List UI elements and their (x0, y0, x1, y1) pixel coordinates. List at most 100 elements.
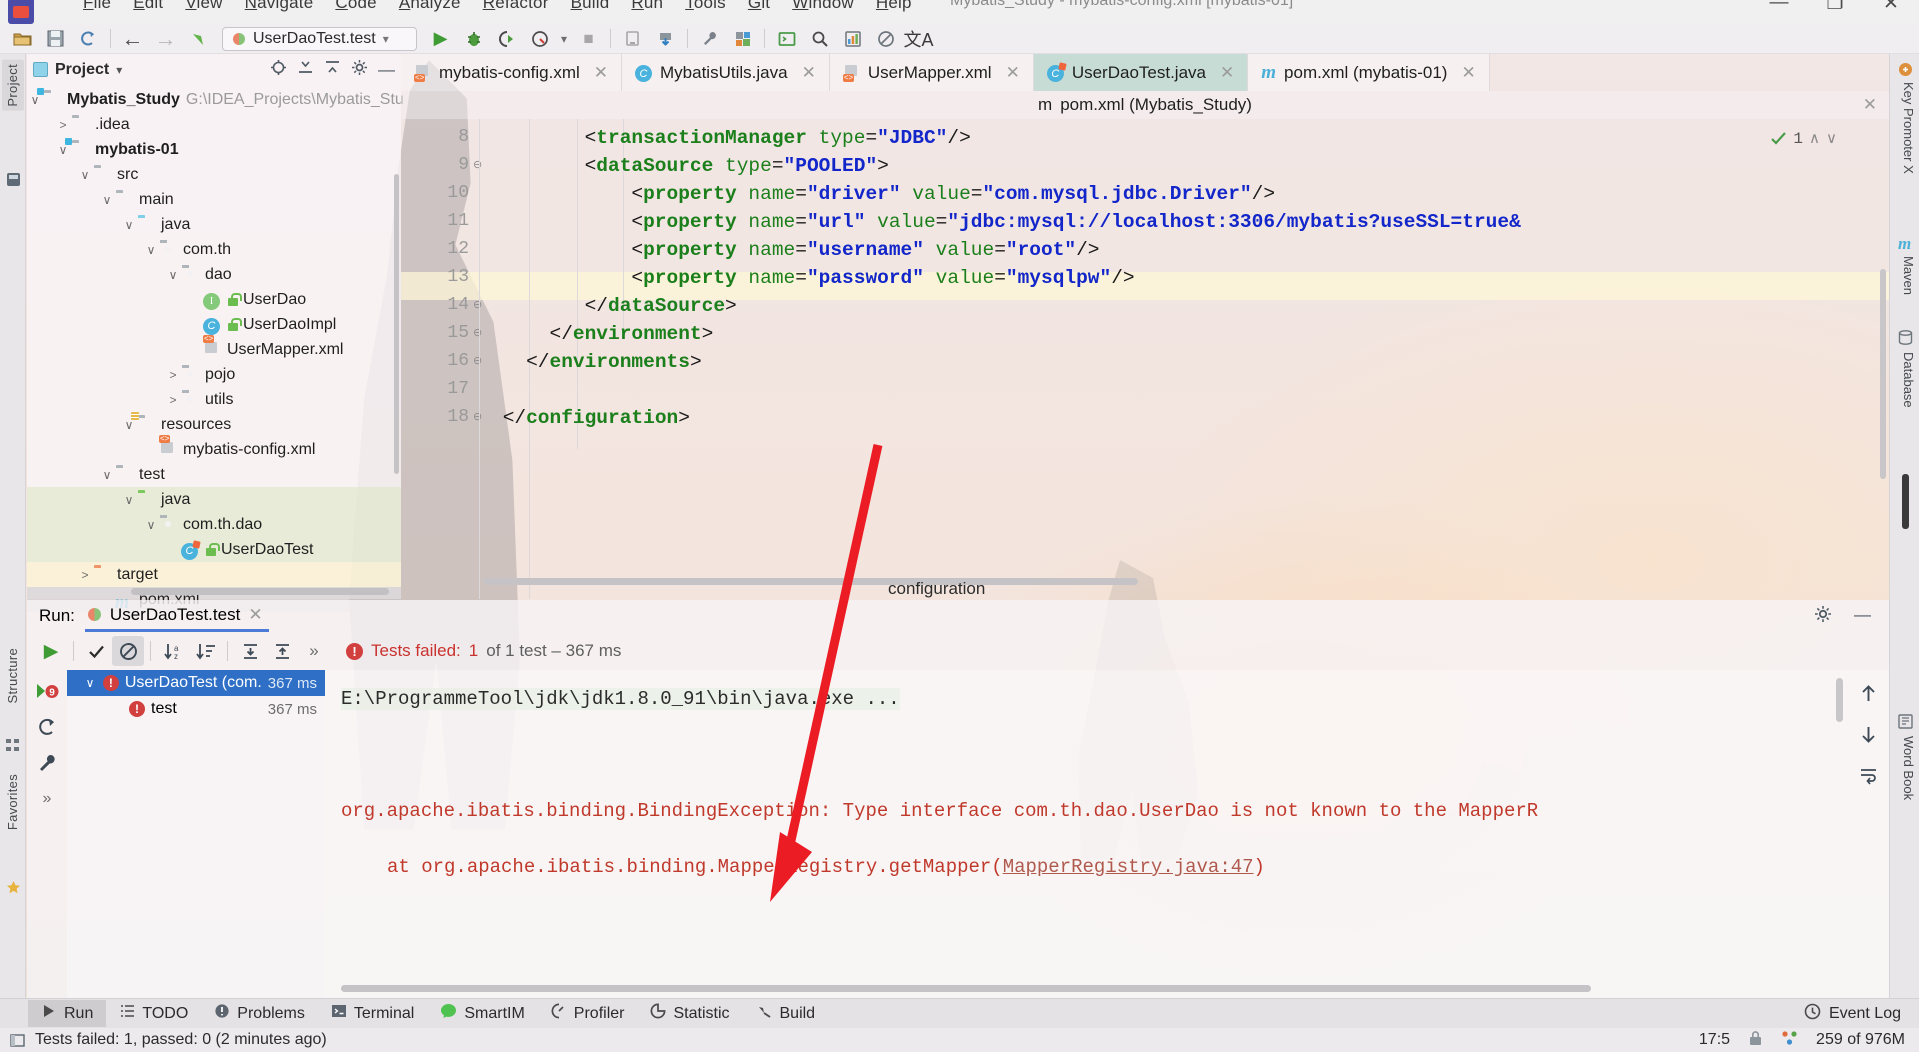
more-options-button[interactable]: » (298, 636, 330, 666)
hide-panel-icon[interactable]: — (378, 60, 395, 80)
editor-tab-mybatis-config-xml[interactable]: mybatis-config.xml✕ (401, 54, 622, 91)
sidebar-item-favorites[interactable]: Favorites (2, 770, 24, 834)
inspection-widget[interactable]: 1 ∧ ∨ (1770, 129, 1837, 148)
tree-node[interactable]: CUserDaoTest (27, 537, 401, 562)
menu-item-edit[interactable]: Edit (122, 0, 174, 13)
tree-node[interactable]: ∨com.th (27, 237, 401, 262)
search-icon[interactable] (803, 26, 836, 52)
save-icon[interactable] (39, 26, 72, 52)
console-vscrollbar[interactable] (1836, 678, 1843, 722)
word-book-icon[interactable] (1898, 714, 1913, 729)
database-chart-icon[interactable] (836, 26, 869, 52)
menu-item-help[interactable]: Help (865, 0, 923, 13)
window-controls[interactable]: — ❐ ✕ (1751, 0, 1919, 15)
editor-hscrollbar[interactable] (483, 578, 1138, 585)
run-button[interactable]: ▶ (424, 26, 457, 52)
tree-node[interactable]: >target (27, 562, 401, 587)
menu-item-code[interactable]: Code (324, 0, 387, 13)
expand-all-button[interactable] (234, 636, 266, 666)
chevron-down-icon[interactable]: ∨ (83, 676, 97, 690)
tree-node[interactable]: IUserDao (27, 287, 401, 312)
chevron-down-icon[interactable]: ∨ (121, 493, 137, 507)
menu-item-window[interactable]: Window (781, 0, 865, 13)
tree-node[interactable]: ∨java (27, 212, 401, 237)
collapse-icon[interactable] (297, 59, 314, 81)
tree-node[interactable]: >utils (27, 387, 401, 412)
show-ignored-toggle[interactable] (112, 636, 144, 666)
chevron-down-icon[interactable]: ∨ (143, 518, 159, 532)
sidebar-item-word-book[interactable]: Word Book (1892, 736, 1916, 800)
chevron-down-icon[interactable]: ▾ (556, 26, 572, 52)
memory-indicator[interactable]: 259 of 976M (1816, 1031, 1905, 1049)
chevron-down-icon[interactable]: ∨ (77, 168, 93, 182)
close-icon[interactable]: ✕ (1006, 63, 1020, 83)
code-editor[interactable]: 89101112131415161718⊖⊖⊖⊖⊖ <transactionMa… (401, 119, 1889, 599)
tree-node[interactable]: ∨Mybatis_StudyG:\IDEA_Projects\Mybatis_S… (27, 87, 401, 112)
breadcrumb[interactable]: configuration (888, 579, 985, 599)
code-line-9[interactable]: <dataSource type="POOLED"> (585, 155, 889, 177)
tool-window-button-profiler[interactable]: Profiler (538, 1000, 638, 1027)
menu-item-view[interactable]: View (174, 0, 233, 13)
close-icon[interactable]: ✕ (1220, 63, 1234, 83)
chevron-down-icon[interactable]: ▾ (116, 63, 122, 77)
code-line-12[interactable]: <property name="username" value="root"/> (631, 239, 1099, 261)
debug-bug-icon[interactable] (457, 26, 490, 52)
more-chevrons-icon[interactable]: » (32, 784, 62, 814)
code-line-11[interactable]: <property name="url" value="jdbc:mysql:/… (631, 211, 1520, 233)
editor-tab-mybatisutils-java[interactable]: CMybatisUtils.java✕ (622, 54, 830, 91)
lock-icon[interactable] (1748, 1030, 1763, 1051)
gear-icon[interactable] (1814, 605, 1832, 628)
sidebar-item-database[interactable]: Database (1892, 352, 1916, 408)
editor-tab-bar[interactable]: mybatis-config.xml✕CMybatisUtils.java✕Us… (401, 54, 1889, 91)
chevron-right-icon[interactable]: > (165, 393, 181, 407)
tool-window-button-statistic[interactable]: Statistic (637, 1000, 742, 1027)
main-toolbar[interactable]: ← → UserDaoTest.test ▾ ▶ ▾ ■ (0, 24, 1919, 54)
star-icon[interactable] (6, 880, 21, 895)
settings-wrench-icon[interactable] (32, 748, 62, 778)
stacktrace-link[interactable]: MapperRegistry.java:47 (1003, 856, 1254, 878)
chevron-down-icon[interactable]: ∨ (143, 243, 159, 257)
minimize-button[interactable]: — (1751, 0, 1807, 15)
menu-item-refactor[interactable]: Refactor (472, 0, 560, 13)
wrench-icon[interactable] (693, 26, 726, 52)
tree-node[interactable]: ∨src (27, 162, 401, 187)
tree-node[interactable]: ∨main (27, 187, 401, 212)
expand-icon[interactable] (324, 59, 341, 81)
test-tree-row[interactable]: ∨!UserDaoTest (com.367 ms (67, 670, 325, 696)
tool-window-button-terminal[interactable]: Terminal (318, 1000, 427, 1027)
close-button[interactable]: ✕ (1863, 0, 1919, 15)
editor-gutter[interactable]: 89101112131415161718⊖⊖⊖⊖⊖ (401, 119, 479, 599)
terminal-icon[interactable] (770, 26, 803, 52)
code-line-14[interactable]: </dataSource> (585, 295, 737, 317)
menu-item-analyze[interactable]: Analyze (388, 0, 472, 13)
tree-node[interactable]: ∨com.th.dao (27, 512, 401, 537)
close-icon[interactable]: ✕ (1863, 95, 1877, 115)
profile-icon[interactable] (523, 26, 556, 52)
console-side-actions[interactable] (1847, 670, 1889, 998)
rerun-button[interactable]: ▶ (35, 636, 67, 666)
tree-node[interactable]: ∨resources (27, 412, 401, 437)
left-tool-strip[interactable]: Project Structure Favorites (0, 54, 26, 998)
forward-icon[interactable]: → (149, 26, 182, 52)
maven-icon[interactable]: m (1898, 234, 1913, 249)
console-output[interactable]: E:\ProgrammeTool\jdk\jdk1.8.0_91\bin\jav… (325, 670, 1889, 998)
event-log-button[interactable]: Event Log (1804, 1003, 1919, 1025)
rerun-failed-icon[interactable]: 9 (32, 676, 62, 706)
tool-window-bar[interactable]: RunTODOProblemsTerminalSmartIMProfilerSt… (0, 998, 1919, 1028)
console-hscrollbar[interactable] (341, 985, 1591, 992)
chevron-down-icon[interactable]: ∨ (55, 143, 71, 157)
run-panel-header-actions[interactable]: — (1814, 605, 1889, 628)
project-tree-vscrollbar[interactable] (394, 174, 399, 474)
run-tab-userdaotest[interactable]: UserDaoTest.test ✕ (85, 601, 269, 632)
run-panel-side-actions[interactable]: 9 » (27, 670, 67, 998)
locate-icon[interactable] (270, 59, 287, 81)
project-panel-actions[interactable]: — (270, 59, 395, 81)
structure-tool-icon[interactable] (6, 738, 21, 753)
toggle-window-icon[interactable] (10, 1033, 25, 1048)
git-branch-icon[interactable] (1781, 1030, 1798, 1051)
soft-wrap-icon[interactable] (1859, 766, 1878, 791)
tool-window-button-build[interactable]: Build (743, 1000, 829, 1027)
update-project-icon[interactable] (649, 26, 682, 52)
back-icon[interactable]: ← (116, 26, 149, 52)
sort-alphabetically-button[interactable]: az (157, 636, 189, 666)
